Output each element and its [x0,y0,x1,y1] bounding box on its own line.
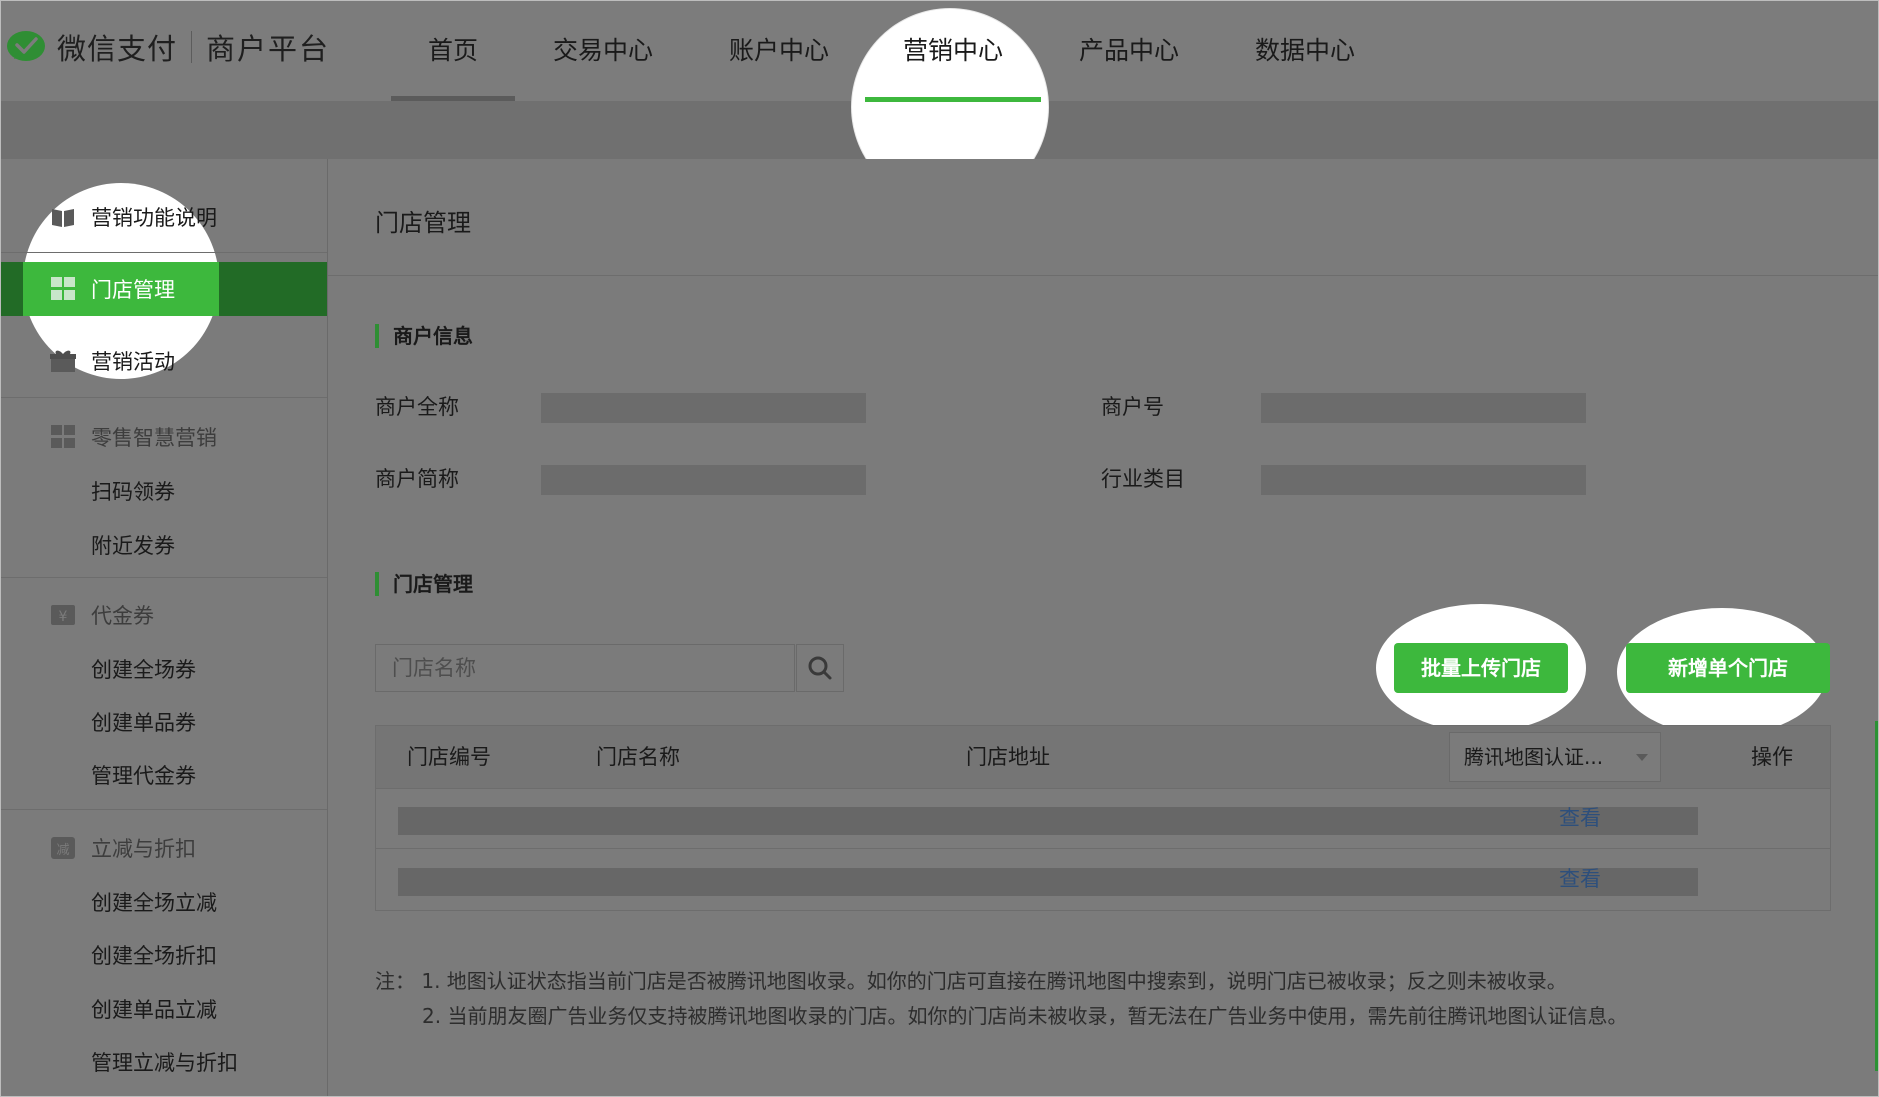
value-industry [1261,465,1586,495]
sidebar-item-label: 营销功能说明 [91,206,217,230]
nav-account[interactable]: 账户中心 [691,1,867,101]
section-title-merchant: 商户信息 [375,324,473,348]
sidebar-group-discount[interactable]: 减 立减与折扣 [1,823,327,873]
col-store-address: 门店地址 [966,745,1050,769]
sidebar-item-activity[interactable]: 营销活动 [1,336,327,386]
row-content-placeholder [398,807,1698,835]
app-window: 微信支付 商户平台 首页 交易中心 账户中心 产品中心 数据中心 营销中心 营销… [0,0,1879,1097]
map-verification-filter-label: 腾讯地图认证... [1464,745,1604,769]
search-button[interactable] [796,644,844,692]
map-verification-filter[interactable]: 腾讯地图认证... [1449,732,1661,782]
brand-logo[interactable]: 微信支付 商户平台 [5,25,330,69]
brand-subtitle: 商户平台 [206,32,331,66]
sidebar-divider [1,397,327,398]
col-store-id: 门店编号 [407,745,491,769]
sidebar-item-create-item-voucher[interactable]: 创建单品券 [91,707,196,737]
wechat-pay-icon [7,31,45,61]
store-search-box [375,644,795,692]
book-icon [52,209,74,227]
brand-name: 微信支付 [57,32,178,66]
note-line-2: 2. 当前朋友圈广告业务仅支持被腾讯地图收录的门店。如你的门店尚未被收录，暂无法… [422,1004,1628,1028]
table-row: 查看 [376,788,1830,849]
nav-home[interactable]: 首页 [391,1,515,101]
discount-icon: 减 [51,837,75,859]
title-divider [328,275,1878,276]
sidebar-item-manage-voucher[interactable]: 管理代金券 [91,760,196,790]
gift-icon [50,350,76,372]
value-merchant-short-name [541,465,866,495]
page-title: 门店管理 [375,209,471,237]
svg-text:¥: ¥ [59,609,68,625]
value-merchant-full-name [541,393,866,423]
caret-down-icon [1636,754,1648,761]
sidebar-item-create-store-discount[interactable]: 创建全场折扣 [91,940,217,970]
sidebar-divider [1,577,327,578]
main-content: 门店管理 商户信息 商户全称 商户号 商户简称 行业类目 门店管理 批量上传门店… [328,159,1878,1096]
sidebar-item-label: 营销活动 [91,350,175,374]
label-merchant-short-name: 商户简称 [375,467,459,491]
sidebar-group-label: 立减与折扣 [91,837,196,861]
label-merchant-number: 商户号 [1101,395,1164,419]
nav-transactions[interactable]: 交易中心 [515,1,691,101]
view-link[interactable]: 查看 [1559,802,1601,832]
brand-separator [191,31,193,63]
note-line-1: 注： 1. 地图认证状态指当前门店是否被腾讯地图收录。如你的门店可直接在腾讯地图… [375,969,1567,993]
store-search-input[interactable] [376,645,794,691]
section-title-stores: 门店管理 [375,572,473,596]
sidebar-item-intro[interactable]: 营销功能说明 [1,192,327,242]
grid-icon [51,277,75,300]
view-link[interactable]: 查看 [1559,863,1601,893]
sidebar-group-retail[interactable]: 零售智慧营销 [1,412,327,462]
label-industry: 行业类目 [1101,467,1185,491]
sidebar-divider [1,252,327,253]
sidebar-item-create-item-reduction[interactable]: 创建单品立减 [91,994,217,1024]
grid-icon [51,425,75,448]
sidebar-group-label: 零售智慧营销 [91,426,217,450]
sidebar: 营销功能说明 门店管理 营销活动 零售智慧营销 扫码领券 附近发券 ¥ 代金券 … [1,159,328,1096]
col-store-name: 门店名称 [596,745,680,769]
sidebar-item-label: 门店管理 [91,278,175,302]
main-nav: 首页 交易中心 账户中心 [391,1,867,101]
yen-icon: ¥ [51,605,75,625]
sidebar-group-label: 代金券 [91,604,154,628]
sidebar-item-scan-coupon[interactable]: 扫码领券 [91,476,175,506]
svg-text:减: 减 [56,843,69,858]
add-single-store-button[interactable]: 新增单个门店 [1626,643,1830,693]
table-row: 查看 [376,849,1830,910]
row-content-placeholder [398,868,1698,896]
store-table: 门店编号 门店名称 门店地址 腾讯地图认证... 操作 查看 查看 [375,725,1831,911]
sidebar-divider [1,809,327,810]
value-merchant-number [1261,393,1586,423]
label-merchant-full-name: 商户全称 [375,395,459,419]
sidebar-item-nearby-coupon[interactable]: 附近发券 [91,530,175,560]
main-nav-right: 产品中心 数据中心 [1041,1,1393,101]
search-icon [808,656,832,680]
right-edge-accent [1875,721,1878,1071]
batch-upload-button[interactable]: 批量上传门店 [1394,643,1568,693]
nav-marketing[interactable]: 营销中心 [865,1,1041,101]
sidebar-item-manage-reduction[interactable]: 管理立减与折扣 [91,1047,238,1077]
table-header: 门店编号 门店名称 门店地址 腾讯地图认证... 操作 [376,726,1830,789]
nav-data[interactable]: 数据中心 [1217,1,1393,101]
sidebar-item-create-store-voucher[interactable]: 创建全场券 [91,654,196,684]
sidebar-item-store-management[interactable]: 门店管理 [1,264,327,314]
nav-marketing-indicator [865,97,1041,102]
sidebar-group-voucher[interactable]: ¥ 代金券 [1,590,327,640]
col-action: 操作 [1751,745,1793,769]
sidebar-item-create-store-reduction[interactable]: 创建全场立减 [91,887,217,917]
nav-products[interactable]: 产品中心 [1041,1,1217,101]
